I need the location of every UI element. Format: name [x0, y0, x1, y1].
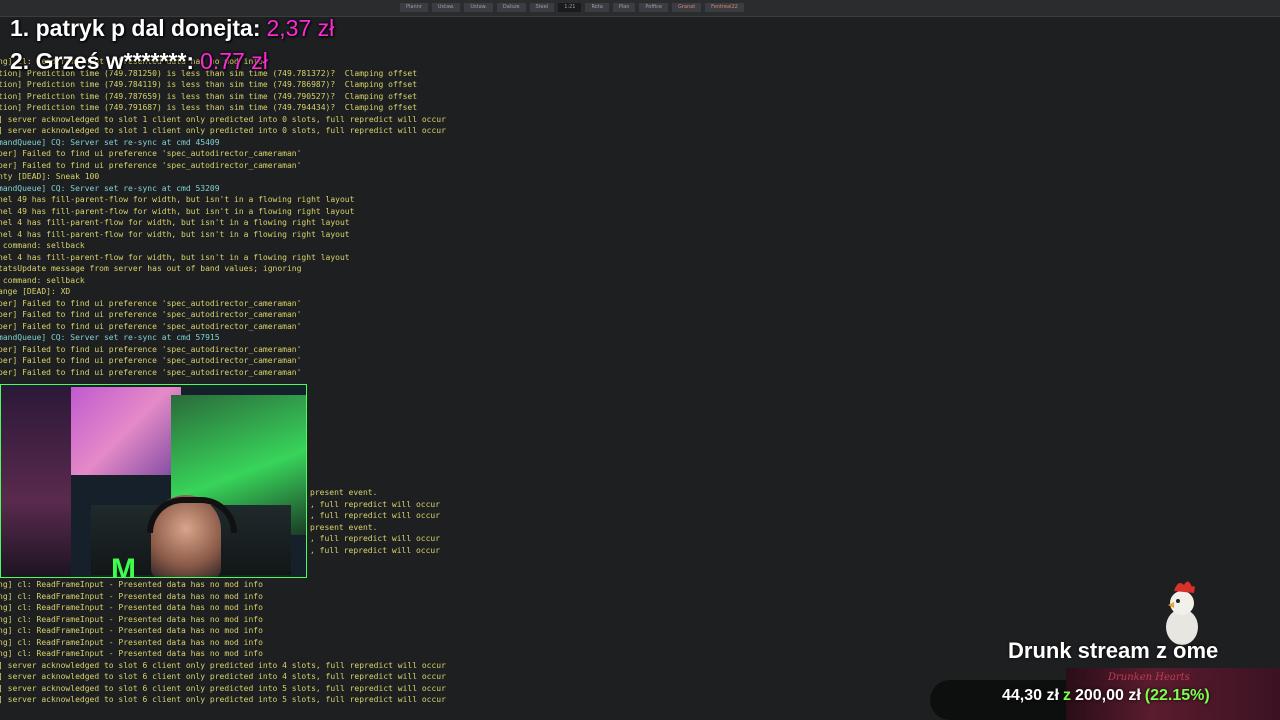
- console-line: ng] cl: ReadFrameInput - Presented data …: [0, 603, 263, 612]
- console-line: mandQueue] CQ: Server set re-sync at cmd…: [0, 183, 220, 193]
- window-tab[interactable]: Ustaw.: [464, 3, 493, 12]
- window-tab[interactable]: Poffice: [639, 3, 668, 12]
- console-line: nel 49 has fill-parent-flow for width, b…: [0, 195, 355, 204]
- console-line: ] server acknowledged to slot 6 client o…: [0, 683, 446, 693]
- console-line: ] server acknowledged to slot 6 client o…: [0, 660, 446, 670]
- console-line: ] server acknowledged to slot 1 client o…: [0, 126, 446, 135]
- console-line: per] Failed to find ui preference 'spec_…: [0, 160, 302, 170]
- console-line: , full repredict will occur: [310, 534, 441, 543]
- goal-raised: 44,30 zł: [1002, 687, 1059, 704]
- console-line: ] server acknowledged to slot 1 client o…: [0, 114, 446, 124]
- window-tab[interactable]: Granat: [671, 3, 702, 12]
- window-tab[interactable]: Fentreal22: [705, 3, 744, 12]
- window-tab[interactable]: Steel: [529, 3, 555, 12]
- console-line: per] Failed to find ui preference 'spec_…: [0, 149, 302, 158]
- donation-goal-banner-text: Drunken Hearts: [1108, 672, 1190, 683]
- console-line: per] Failed to find ui preference 'spec_…: [0, 367, 302, 377]
- console-line: tion] Prediction time (749.787659) is le…: [0, 91, 418, 101]
- console-line: ] server acknowledged to slot 6 client o…: [0, 695, 446, 704]
- console-line: nel 4 has fill-parent-flow for width, bu…: [0, 252, 350, 262]
- console-line: tion] Prediction time (749.791687) is le…: [0, 103, 418, 112]
- console-line: tatsUpdate message from server has out o…: [0, 264, 302, 273]
- console-line: mandQueue] CQ: Server set re-sync at cmd…: [0, 137, 220, 147]
- console-line: , full repredict will occur: [310, 511, 441, 520]
- console-line: tion] Prediction time (749.784119) is le…: [0, 80, 418, 89]
- console-line: ng] cl: ReadFrameInput - Presented data …: [0, 591, 263, 601]
- goal-percent: (22.15%): [1144, 687, 1210, 704]
- donation-goal-title: Drunk stream z ome: [1008, 638, 1219, 663]
- donation-goal-progress: 44,30 zł z 200,00 zł (22.15%): [1002, 687, 1210, 705]
- console-line: present event.: [310, 522, 378, 532]
- console-line: per] Failed to find ui preference 'spec_…: [0, 310, 302, 319]
- console-line: per] Failed to find ui preference 'spec_…: [0, 356, 302, 365]
- console-line: present event.: [310, 488, 378, 497]
- console-line: ng] cl: ReadFrameInput - Presented data …: [0, 614, 263, 624]
- console-line: nel 49 has fill-parent-flow for width, b…: [0, 206, 355, 216]
- donation-leaderboard: 1. patryk p dal donejta: 2,37 zł 2. Grześ…: [10, 12, 334, 78]
- chicken-mascot-icon: [1166, 581, 1198, 645]
- donor-1: 1. patryk p dal donejta: 2,37 zł: [10, 12, 334, 45]
- window-tab[interactable]: Rota: [585, 3, 609, 12]
- window-tab[interactable]: Ustaw.: [431, 3, 461, 12]
- console-line: mandQueue] CQ: Server set re-sync at cmd…: [0, 333, 220, 342]
- goal-separator: z: [1062, 687, 1071, 704]
- donor-2-label: 2. Grześ w*******:: [10, 48, 195, 74]
- console-line: ng] cl: ReadFrameInput - Presented data …: [0, 580, 263, 589]
- console-line: , full repredict will occur: [310, 545, 441, 555]
- donor-2: 2. Grześ w*******: 0.77 zł: [10, 45, 334, 78]
- console-line: command: sellback: [0, 275, 85, 285]
- webcam-background-screen: [71, 387, 181, 475]
- console-line: per] Failed to find ui preference 'spec_…: [0, 298, 302, 308]
- console-line: ng] cl: ReadFrameInput - Presented data …: [0, 637, 263, 647]
- console-line: command: sellback: [0, 241, 85, 250]
- webcam-background-left: [1, 385, 71, 577]
- console-line: ng] cl: ReadFrameInput - Presented data …: [0, 626, 263, 635]
- webcam-feed: M: [0, 384, 307, 578]
- console-line: ange [DEAD]: XD: [0, 287, 71, 296]
- donor-1-amount: 2,37 zł: [266, 15, 335, 41]
- console-line: per] Failed to find ui preference 'spec_…: [0, 344, 302, 354]
- window-tab[interactable]: 1:21: [558, 3, 582, 12]
- console-line: per] Failed to find ui preference 'spec_…: [0, 321, 302, 331]
- console-line: nel 4 has fill-parent-flow for width, bu…: [0, 229, 350, 239]
- console-line: nty [DEAD]: Sneak 100: [0, 172, 100, 181]
- window-tab[interactable]: Plannr: [400, 3, 428, 12]
- window-tab[interactable]: Plan: [612, 3, 636, 12]
- console-line: ] server acknowledged to slot 6 client o…: [0, 672, 446, 681]
- window-tab[interactable]: Dalsze: [496, 3, 526, 12]
- console-line: , full repredict will occur: [310, 499, 441, 509]
- console-line: nel 4 has fill-parent-flow for width, bu…: [0, 218, 350, 227]
- window-tabs: Plannr Ustaw. Ustaw. Dalsze Steel 1:21 Rota Pla…: [400, 3, 744, 12]
- console-line: ng] cl: ReadFrameInput - Presented data …: [0, 649, 263, 658]
- donor-2-amount: 0.77 zł: [200, 48, 268, 74]
- goal-target: 200,00 zł: [1074, 687, 1141, 704]
- donor-1-label: 1. patryk p dal donejta:: [10, 15, 261, 41]
- webcam-logo: M: [111, 553, 136, 578]
- console-log[interactable]: ng] cl: ReadFrameInput - Presented data …: [0, 16, 458, 720]
